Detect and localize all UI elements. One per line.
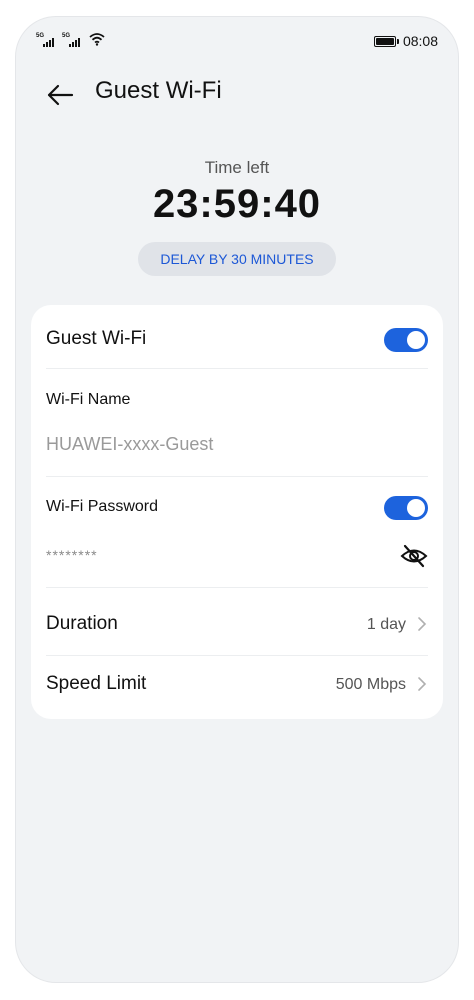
divider: [46, 587, 428, 588]
divider: [46, 368, 428, 369]
back-button[interactable]: [44, 79, 76, 111]
chevron-right-icon: [418, 617, 427, 631]
time-left-label: Time left: [204, 158, 270, 177]
status-bar: 5G 5G 08:08: [16, 17, 458, 67]
guest-wifi-label: Guest Wi-Fi: [46, 328, 147, 349]
wifi-name-label: Wi-Fi Name: [46, 391, 131, 408]
time-left-value: 23:59:40: [152, 182, 322, 226]
password-value-row: ********: [46, 543, 428, 573]
wifi-password-row: Wi-Fi Password: [46, 495, 428, 525]
guest-wifi-row[interactable]: Guest Wi-Fi: [46, 325, 428, 355]
status-clock: 08:08: [402, 33, 438, 49]
speed-limit-row[interactable]: Speed Limit 500 Mbps: [46, 662, 428, 702]
wifi-icon: [89, 33, 105, 46]
speed-limit-value: 500 Mbps: [335, 676, 406, 693]
divider: [46, 655, 428, 656]
password-value[interactable]: ********: [46, 547, 98, 563]
duration-label: Duration: [46, 613, 118, 634]
duration-row[interactable]: Duration 1 day: [46, 603, 428, 643]
divider: [46, 476, 428, 477]
duration-value: 1 day: [366, 616, 406, 633]
wifi-password-toggle[interactable]: [384, 496, 428, 520]
guest-wifi-toggle[interactable]: [384, 328, 428, 352]
settings-card: Guest Wi-Fi Wi-Fi Name HUAWEI-xxxx-Guest…: [31, 305, 443, 719]
battery-icon: [374, 36, 399, 47]
back-arrow-icon: [47, 84, 74, 106]
wifi-password-label: Wi-Fi Password: [46, 498, 159, 515]
phone-screen: 5G 5G 08:08 Guest Wi-Fi Time left 23:59:…: [16, 17, 458, 982]
eye-off-icon[interactable]: [400, 543, 428, 569]
page-title: Guest Wi-Fi: [95, 77, 222, 104]
delay-button[interactable]: DELAY BY 30 MINUTES: [138, 242, 336, 276]
wifi-name-row[interactable]: Wi-Fi Name HUAWEI-xxxx-Guest: [46, 387, 428, 467]
speed-limit-label: Speed Limit: [46, 673, 147, 694]
wifi-name-value[interactable]: HUAWEI-xxxx-Guest: [46, 434, 213, 455]
chevron-right-icon: [418, 677, 427, 691]
